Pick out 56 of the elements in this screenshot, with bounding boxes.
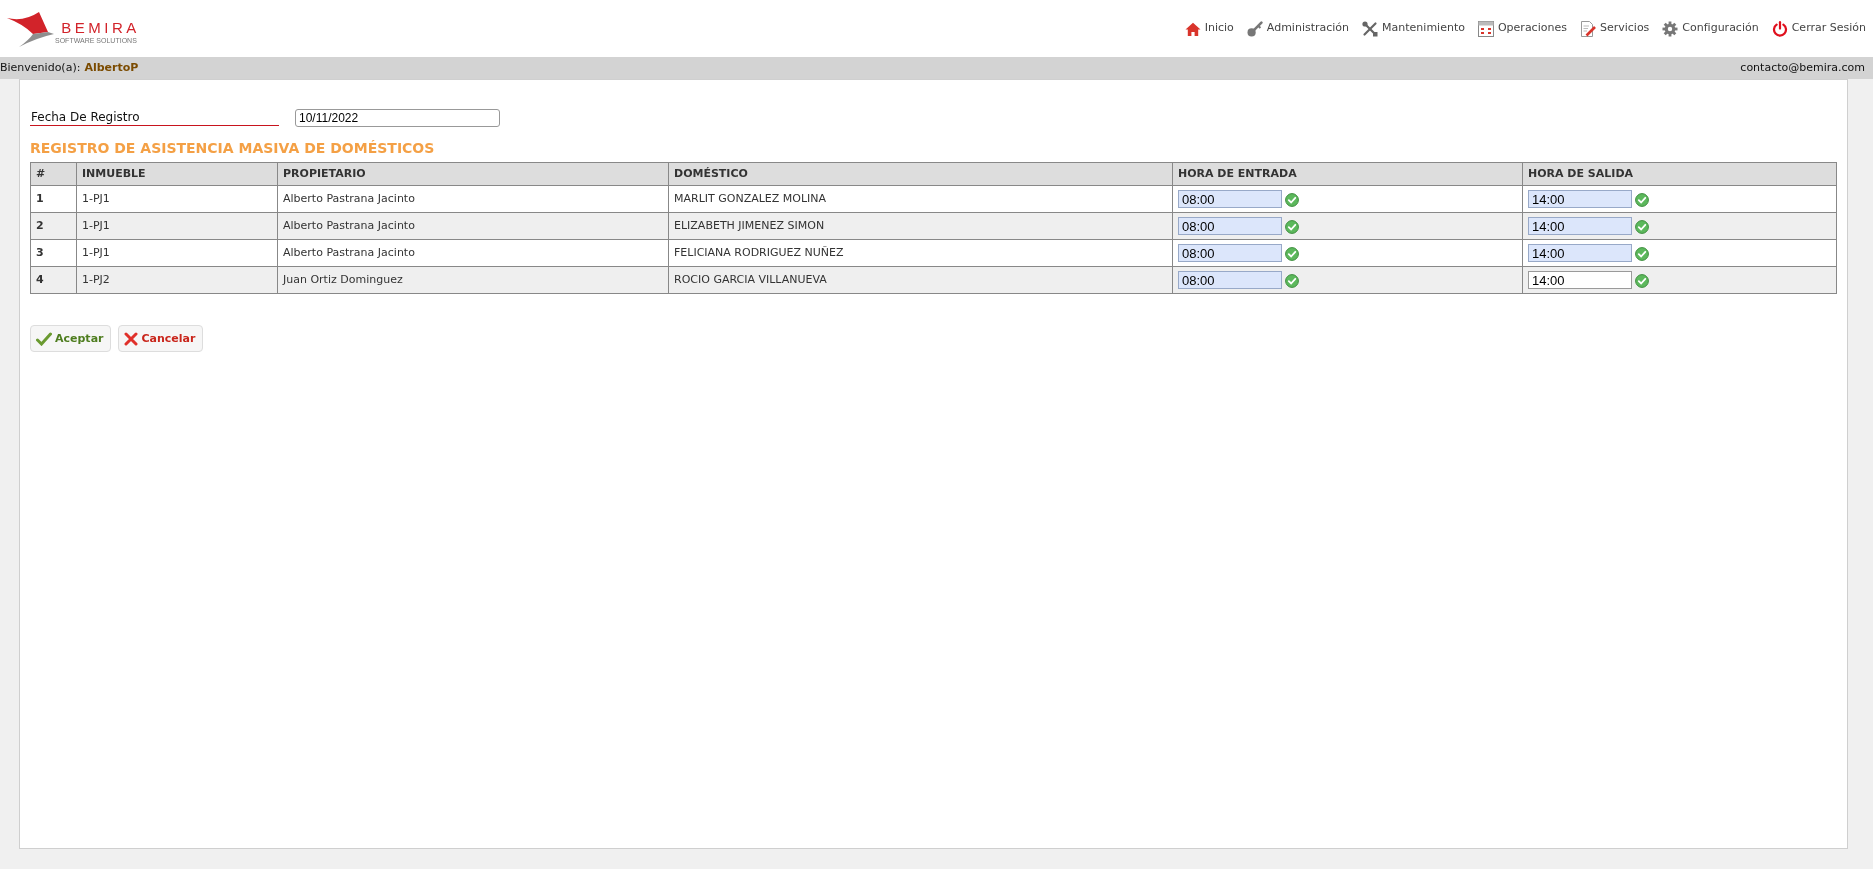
check-icon — [36, 331, 52, 346]
table-cell: 1-PJ1 — [76, 185, 278, 213]
table-cell: 2 — [30, 212, 77, 240]
nav-link[interactable]: Administración — [1246, 20, 1350, 37]
table-cell: FELICIANA RODRIGUEZ NUÑEZ — [668, 239, 1173, 267]
table-cell: ROCIO GARCIA VILLANUEVA — [668, 266, 1173, 294]
time-field[interactable]: 14:00 — [1528, 190, 1632, 209]
time-field[interactable]: 14:00 — [1528, 244, 1632, 263]
table-cell: Alberto Pastrana Jacinto — [277, 239, 669, 267]
logo-text: BEMIRA — [61, 19, 140, 35]
username: AlbertoP — [84, 59, 139, 76]
time-field[interactable]: 08:00 — [1178, 271, 1282, 290]
settings-icon — [1662, 20, 1679, 37]
nav-link[interactable]: Mantenimiento — [1362, 20, 1465, 37]
time-field[interactable]: 08:00 — [1178, 190, 1282, 209]
home-icon — [1184, 21, 1201, 36]
table-cell: Alberto Pastrana Jacinto — [277, 185, 669, 213]
time-field[interactable]: 14:00 — [1528, 271, 1632, 290]
table-cell: 1-PJ1 — [76, 212, 278, 240]
accept-button[interactable]: Aceptar — [30, 325, 112, 353]
table-cell: 1 — [30, 185, 77, 213]
column-header: # — [30, 162, 77, 186]
logo-mark-icon — [6, 10, 54, 47]
column-header: HORA DE SALIDA — [1522, 162, 1837, 186]
date-label: Fecha De Registro — [30, 110, 279, 126]
key-icon — [1246, 20, 1263, 37]
table-cell: 1-PJ2 — [76, 266, 278, 294]
table-cell: 4 — [30, 266, 77, 294]
cancel-button[interactable]: Cancelar — [118, 325, 204, 353]
nav-link[interactable]: Cerrar Sesión — [1771, 20, 1866, 37]
table-cell: Alberto Pastrana Jacinto — [277, 212, 669, 240]
calendar-icon — [1477, 20, 1494, 37]
time-field[interactable]: 08:00 — [1178, 217, 1282, 236]
table-cell: MARLIT GONZALEZ MOLINA — [668, 185, 1173, 213]
contact-email: contacto@bemira.com — [1740, 59, 1865, 76]
nav-link[interactable]: Operaciones — [1477, 20, 1567, 37]
document-pencil-icon — [1579, 20, 1596, 37]
time-field[interactable]: 08:00 — [1178, 244, 1282, 263]
table-cell: 1-PJ1 — [76, 239, 278, 267]
column-header: DOMÉSTICO — [668, 162, 1173, 186]
date-field[interactable]: 10/11/2022 — [295, 109, 500, 127]
table-cell: ELIZABETH JIMENEZ SIMON — [668, 212, 1173, 240]
nav-link[interactable]: Servicios — [1579, 20, 1650, 37]
nav-link[interactable]: Configuración — [1662, 20, 1759, 37]
cross-icon — [124, 331, 139, 346]
nav-link[interactable]: Inicio — [1184, 20, 1234, 37]
greeting-label: Bienvenido(a): — [0, 59, 81, 76]
page-title: REGISTRO DE ASISTENCIA MASIVA DE DOMÉSTICOS — [30, 140, 436, 157]
table-cell: Juan Ortiz Dominguez — [277, 266, 669, 294]
time-field[interactable]: 14:00 — [1528, 217, 1632, 236]
wrench-screwdriver-icon — [1362, 20, 1379, 37]
column-header: HORA DE ENTRADA — [1172, 162, 1523, 186]
table-cell: 3 — [30, 239, 77, 267]
power-icon — [1771, 20, 1788, 37]
column-header: INMUEBLE — [76, 162, 278, 186]
column-header: PROPIETARIO — [277, 162, 669, 186]
